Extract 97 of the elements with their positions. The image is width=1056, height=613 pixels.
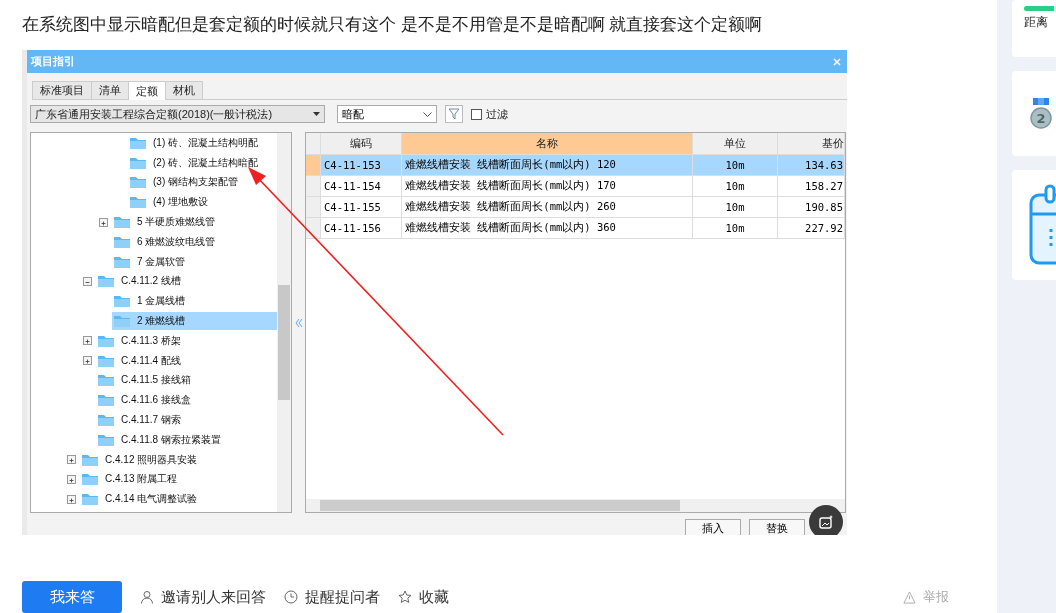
tree-item[interactable]: C.4.11.8 钢索拉紧装置 <box>96 430 277 449</box>
folder-icon <box>98 374 114 387</box>
invite-link[interactable]: 邀请别人来回答 <box>140 587 266 607</box>
person-icon <box>140 590 154 604</box>
expand-toggle[interactable] <box>83 336 92 346</box>
folder-icon <box>114 216 130 229</box>
table-row[interactable]: C4-11-153 难燃线槽安装 线槽断面周长(mm以内) 120 10m 134.63 <box>306 155 845 176</box>
window-title: 项目指引 <box>31 54 75 69</box>
table-cell: 190.85 <box>778 197 845 217</box>
funnel-icon <box>448 108 460 120</box>
folder-icon <box>98 275 114 288</box>
table-cell: 难燃线槽安装 线槽断面周长(mm以内) 360 <box>402 218 693 238</box>
tab[interactable]: 材机 <box>165 81 203 99</box>
medal-icon <box>1030 97 1052 129</box>
expand-toggle[interactable] <box>67 455 76 465</box>
dialog-button[interactable]: 替换 <box>749 519 805 535</box>
folder-icon <box>114 235 130 248</box>
expand-toggle[interactable] <box>67 494 76 504</box>
dialog-button[interactable]: 插入 <box>685 519 741 535</box>
column-header[interactable]: 名称 <box>402 133 693 154</box>
clock-icon <box>284 590 298 604</box>
star-icon <box>398 590 412 604</box>
quota-dropdown[interactable]: 广东省通用安装工程综合定额(2018)(一般计税法) <box>30 105 325 123</box>
table-cell: 10m <box>693 176 778 196</box>
tree-item[interactable]: C.4.13 附属工程 <box>80 470 277 489</box>
expand-toggle[interactable] <box>99 217 108 227</box>
table-cell: 难燃线槽安装 线槽断面周长(mm以内) 120 <box>402 155 693 175</box>
table-cell: 227.92 <box>778 218 845 238</box>
column-header[interactable]: 基价 <box>778 133 845 154</box>
table-cell: C4-11-155 <box>321 197 402 217</box>
answer-button[interactable]: 我来答 <box>22 581 122 613</box>
question-text: 在系统图中显示暗配但是套定额的时候就只有这个 是不是不用管是不是暗配啊 就直接套这个定额啊 <box>22 14 764 36</box>
medal-rank: 2 <box>1036 110 1046 126</box>
table-cell: 158.27 <box>778 176 845 196</box>
tree-item[interactable]: 1 金属线槽 <box>112 292 277 311</box>
tree-item[interactable]: (4) 埋地敷设 <box>128 193 277 212</box>
table-cell: C4-11-154 <box>321 176 402 196</box>
folder-icon <box>114 255 130 268</box>
countdown-label: 距离 <box>1024 14 1049 31</box>
tree-item[interactable]: 6 难燃波纹电线管 <box>112 232 277 251</box>
scrollbar[interactable] <box>277 133 291 512</box>
chevron-icon <box>423 111 432 117</box>
folder-icon <box>98 414 114 427</box>
folder-icon <box>98 334 114 347</box>
tree-item[interactable]: (1) 砖、混凝土结构明配 <box>128 133 277 152</box>
tree-item[interactable]: C.4.12 照明器具安装 <box>80 450 277 469</box>
tab[interactable]: 标准项目 <box>32 81 92 99</box>
table-cell: C4-11-156 <box>321 218 402 238</box>
table-cell: C4-11-153 <box>321 155 402 175</box>
tree-item[interactable]: C.4.11.2 线槽 <box>96 272 277 291</box>
tree-item[interactable]: C.4.11.4 配线 <box>96 351 277 370</box>
tree-item[interactable]: (2) 砖、混凝土结构暗配 <box>128 153 277 172</box>
remind-link[interactable]: 提醒提问者 <box>284 587 380 607</box>
folder-icon <box>130 156 146 169</box>
folder-icon <box>130 196 146 209</box>
image-sparkle-icon <box>818 514 834 530</box>
tree-item[interactable]: C.4.11.5 接线箱 <box>96 371 277 390</box>
type-dropdown[interactable]: 暗配 <box>337 105 437 123</box>
tree-item[interactable]: C.4.11.3 桥架 <box>96 331 277 350</box>
image-tool-button[interactable] <box>809 505 843 535</box>
table-row[interactable]: C4-11-154 难燃线槽安装 线槽断面周长(mm以内) 170 10m 158.27 <box>306 176 845 197</box>
folder-icon <box>98 354 114 367</box>
table-cell: 10m <box>693 155 778 175</box>
tree-item[interactable]: 7 金属软管 <box>112 252 277 271</box>
folder-icon <box>82 453 98 466</box>
folder-icon <box>98 394 114 407</box>
expand-toggle[interactable] <box>83 276 92 286</box>
tree-item[interactable]: C.4.11.7 钢索 <box>96 411 277 430</box>
favorite-link[interactable]: 收藏 <box>398 587 449 607</box>
folder-icon <box>114 295 130 308</box>
table-cell: 10m <box>693 218 778 238</box>
folder-icon <box>98 433 114 446</box>
table-cell: 难燃线槽安装 线槽断面周长(mm以内) 170 <box>402 176 693 196</box>
table-cell: 10m <box>693 197 778 217</box>
table-cell: 134.63 <box>778 155 845 175</box>
column-header[interactable]: 单位 <box>693 133 778 154</box>
folder-icon <box>130 176 146 189</box>
tree-item[interactable]: 5 半硬质难燃线管 <box>112 213 277 232</box>
filter-checkbox[interactable]: 过滤 <box>471 106 508 122</box>
tree-item[interactable]: C.4.14 电气调整试验 <box>80 490 277 509</box>
warning-icon <box>903 590 916 604</box>
tree-item[interactable]: (3) 钢结构支架配管 <box>128 173 277 192</box>
caret-icon <box>313 112 320 116</box>
tree-item[interactable]: C.4.11.6 接线盒 <box>96 391 277 410</box>
folder-icon <box>82 493 98 506</box>
scrollbar[interactable] <box>306 499 845 512</box>
tree-item[interactable]: 2 难燃线槽 <box>112 312 277 331</box>
folder-icon <box>82 473 98 486</box>
table-cell: 难燃线槽安装 线槽断面周长(mm以内) 260 <box>402 197 693 217</box>
table-row[interactable]: C4-11-156 难燃线槽安装 线槽断面周长(mm以内) 360 10m 227.92 <box>306 218 845 239</box>
expand-toggle[interactable] <box>83 356 92 366</box>
folder-icon <box>130 136 146 149</box>
table-row[interactable]: C4-11-155 难燃线槽安装 线槽断面周长(mm以内) 260 10m 190.85 <box>306 197 845 218</box>
tab[interactable]: 定额 <box>128 81 166 100</box>
expand-toggle[interactable] <box>67 474 76 484</box>
folder-icon <box>114 315 130 328</box>
tab[interactable]: 清单 <box>91 81 129 99</box>
